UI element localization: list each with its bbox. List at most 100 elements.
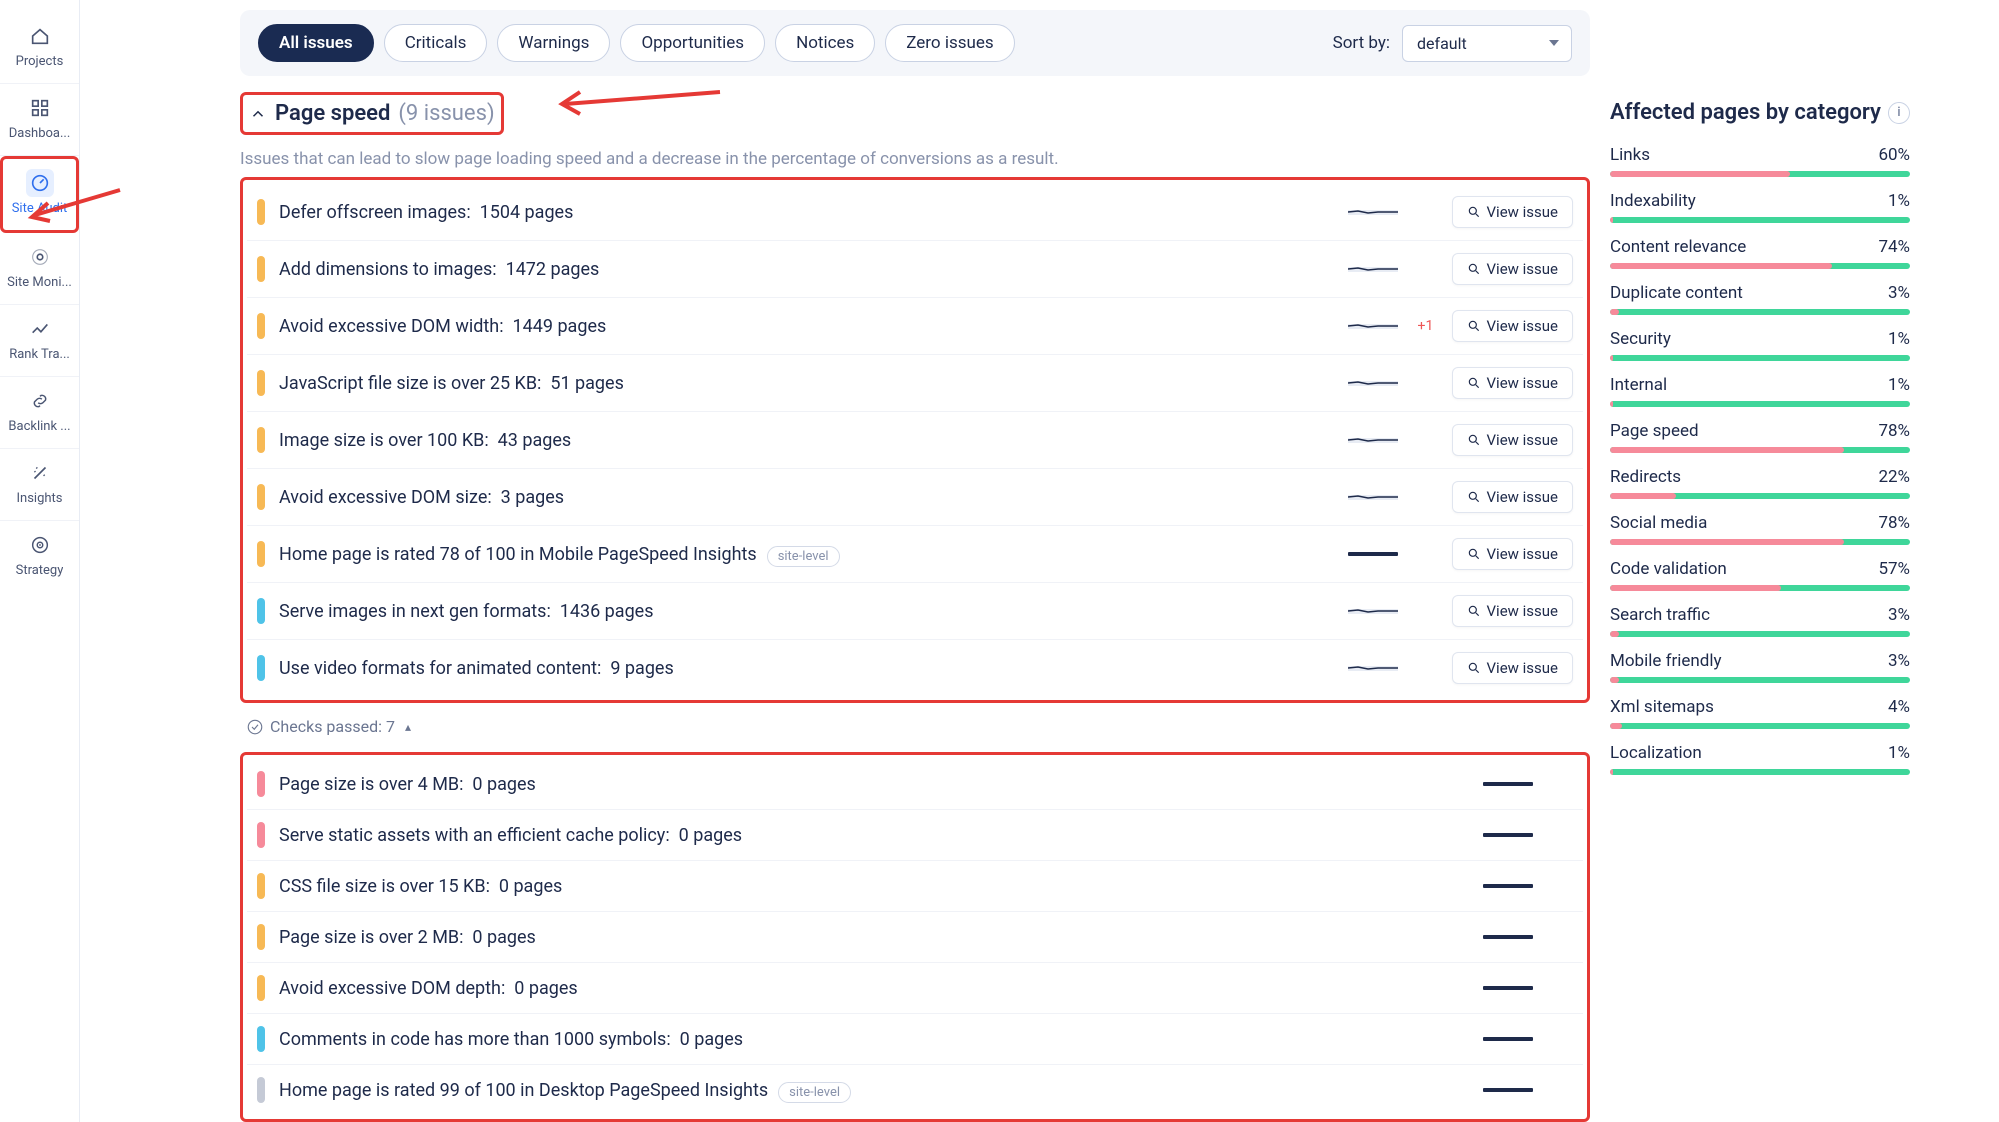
category-name: Security <box>1610 329 1671 349</box>
filter-pill-zero-issues[interactable]: Zero issues <box>885 24 1014 62</box>
category-row[interactable]: Code validation57% <box>1610 559 1910 591</box>
section-header[interactable]: Page speed (9 issues) <box>249 101 495 126</box>
issue-row[interactable]: Home page is rated 78 of 100 in Mobile P… <box>247 526 1583 583</box>
severity-indicator <box>257 1077 265 1103</box>
category-row[interactable]: Redirects22% <box>1610 467 1910 499</box>
right-title: Affected pages by category <box>1610 100 1881 125</box>
category-row[interactable]: Social media78% <box>1610 513 1910 545</box>
severity-indicator <box>257 873 265 899</box>
category-pct: 78% <box>1878 421 1910 441</box>
view-issue-button[interactable]: View issue <box>1452 367 1574 399</box>
issue-title: Defer offscreen images: 1504 pages <box>279 202 1334 223</box>
view-issue-button[interactable]: View issue <box>1452 538 1574 570</box>
issue-row[interactable]: Serve images in next gen formats: 1436 p… <box>247 583 1583 640</box>
sidebar-label: Rank Tra... <box>9 347 70 362</box>
issue-row[interactable]: Home page is rated 99 of 100 in Desktop … <box>247 1065 1583 1115</box>
category-pct: 1% <box>1888 743 1910 763</box>
issue-title: Home page is rated 99 of 100 in Desktop … <box>279 1080 1469 1101</box>
search-icon <box>1467 205 1481 219</box>
category-bar <box>1610 677 1910 683</box>
filter-pill-criticals[interactable]: Criticals <box>384 24 488 62</box>
sidebar-item-projects[interactable]: Projects <box>0 12 79 84</box>
category-row[interactable]: Localization1% <box>1610 743 1910 775</box>
view-issue-button[interactable]: View issue <box>1452 253 1574 285</box>
issue-row[interactable]: Page size is over 4 MB: 0 pages <box>247 759 1583 810</box>
severity-indicator <box>257 484 265 510</box>
severity-indicator <box>257 541 265 567</box>
issue-row[interactable]: Add dimensions to images: 1472 pagesView… <box>247 241 1583 298</box>
category-row[interactable]: Duplicate content3% <box>1610 283 1910 315</box>
category-row[interactable]: Internal1% <box>1610 375 1910 407</box>
issue-row[interactable]: Defer offscreen images: 1504 pages View i… <box>247 184 1583 241</box>
view-issue-button[interactable]: View issue <box>1452 481 1574 513</box>
category-bar <box>1610 171 1910 177</box>
view-issue-button[interactable]: View issue <box>1452 595 1574 627</box>
sidebar-label: Insights <box>16 491 62 506</box>
category-row[interactable]: Mobile friendly3% <box>1610 651 1910 683</box>
issue-title: Serve static assets with an efficient ca… <box>279 825 1469 846</box>
category-row[interactable]: Xml sitemaps4% <box>1610 697 1910 729</box>
target-icon <box>26 531 54 559</box>
category-row[interactable]: Links60% <box>1610 145 1910 177</box>
sparkline <box>1483 884 1533 888</box>
view-issue-button[interactable]: View issue <box>1452 310 1574 342</box>
check-circle-icon <box>246 718 264 736</box>
view-issue-button[interactable]: View issue <box>1452 652 1574 684</box>
search-icon <box>1467 490 1481 504</box>
category-pct: 3% <box>1888 605 1910 625</box>
filter-pill-all-issues[interactable]: All issues <box>258 24 374 62</box>
category-name: Search traffic <box>1610 605 1710 625</box>
info-icon[interactable]: i <box>1888 102 1910 124</box>
filter-pill-notices[interactable]: Notices <box>775 24 875 62</box>
category-name: Page speed <box>1610 421 1699 441</box>
sidebar-item-strategy[interactable]: Strategy <box>0 521 79 592</box>
issue-title: Image size is over 100 KB: 43 pages <box>279 430 1334 451</box>
issue-row[interactable]: CSS file size is over 15 KB: 0 pages <box>247 861 1583 912</box>
severity-indicator <box>257 924 265 950</box>
category-row[interactable]: Page speed 78% <box>1610 421 1910 453</box>
sidebar: Projects Dashboa...Site AuditSite Moni...… <box>0 0 80 1122</box>
category-name: Duplicate content <box>1610 283 1743 303</box>
checks-passed-toggle[interactable]: Checks passed: 7 <box>246 717 411 736</box>
issue-row[interactable]: JavaScript file size is over 25 KB: 51 p… <box>247 355 1583 412</box>
issue-title: CSS file size is over 15 KB: 0 pages <box>279 876 1469 897</box>
category-row[interactable]: Search traffic 3% <box>1610 605 1910 637</box>
category-bar <box>1610 769 1910 775</box>
sidebar-item-site-moni-[interactable]: Site Moni... <box>0 233 79 305</box>
category-bar <box>1610 401 1910 407</box>
sidebar-label: Projects <box>16 54 64 69</box>
sparkline <box>1348 603 1398 619</box>
issue-row[interactable]: Page size is over 2 MB: 0 pages <box>247 912 1583 963</box>
filter-pill-warnings[interactable]: Warnings <box>497 24 610 62</box>
issue-row[interactable]: Avoid excessive DOM size: 3 pagesView is… <box>247 469 1583 526</box>
category-bar <box>1610 493 1910 499</box>
gauge-icon <box>26 169 54 197</box>
sidebar-item-dashboa-[interactable]: Dashboa... <box>0 84 79 156</box>
view-issue-button[interactable]: View issue <box>1452 196 1574 228</box>
category-name: Social media <box>1610 513 1707 533</box>
issue-row[interactable]: Use video formats for animated content: … <box>247 640 1583 696</box>
issue-row[interactable]: Serve static assets with an efficient ca… <box>247 810 1583 861</box>
sort-select[interactable]: default <box>1402 25 1572 62</box>
filter-pill-opportunities[interactable]: Opportunities <box>620 24 765 62</box>
category-pct: 1% <box>1888 191 1910 211</box>
issue-row[interactable]: Image size is over 100 KB: 43 pages View … <box>247 412 1583 469</box>
issue-title: Use video formats for animated content: … <box>279 658 1334 679</box>
category-row[interactable]: Content relevance74% <box>1610 237 1910 269</box>
issue-row[interactable]: Avoid excessive DOM width: 1449 pages+1V… <box>247 298 1583 355</box>
category-row[interactable]: Security1% <box>1610 329 1910 361</box>
category-bar <box>1610 355 1910 361</box>
severity-indicator <box>257 1026 265 1052</box>
link-icon <box>26 387 54 415</box>
sidebar-item-rank-tra-[interactable]: Rank Tra... <box>0 305 79 377</box>
issue-row[interactable]: Avoid excessive DOM depth: 0 pages <box>247 963 1583 1014</box>
sidebar-item-backlink-[interactable]: Backlink ... <box>0 377 79 449</box>
sidebar-item-insights[interactable]: Insights <box>0 449 79 521</box>
category-row[interactable]: Indexability1% <box>1610 191 1910 223</box>
severity-indicator <box>257 370 265 396</box>
issue-row[interactable]: Comments in code has more than 1000 symb… <box>247 1014 1583 1065</box>
view-issue-button[interactable]: View issue <box>1452 424 1574 456</box>
issue-title: JavaScript file size is over 25 KB: 51 p… <box>279 373 1334 394</box>
category-name: Mobile friendly <box>1610 651 1722 671</box>
sidebar-item-site-audit[interactable]: Site Audit <box>0 156 79 233</box>
